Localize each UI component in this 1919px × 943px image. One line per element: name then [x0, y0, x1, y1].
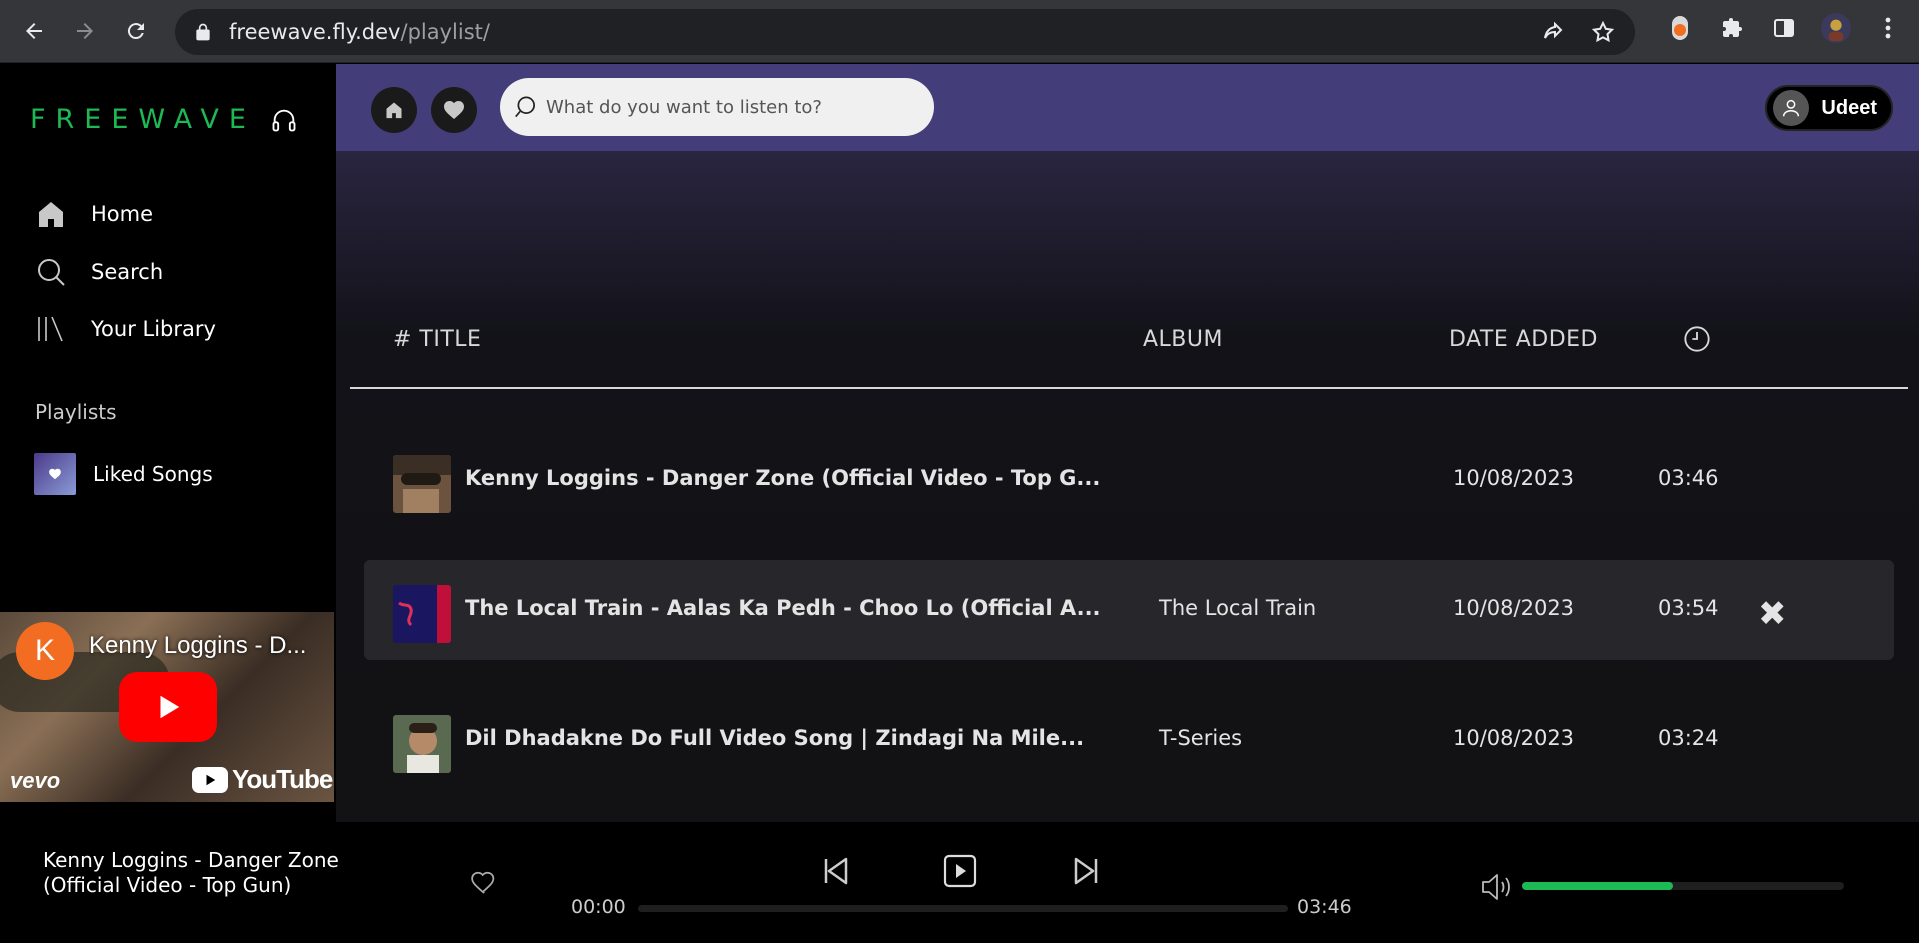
track-title: Dil Dhadakne Do Full Video Song | Zindag… [465, 726, 1085, 750]
search-icon [38, 259, 65, 286]
user-icon [1783, 99, 1800, 117]
channel-avatar[interactable]: K [16, 622, 74, 680]
sidebar-item-label: Your Library [91, 317, 216, 341]
track-album: T-Series [1159, 726, 1243, 750]
track-duration: 03:24 [1658, 726, 1719, 750]
user-name: Udeet [1821, 96, 1877, 119]
sidebar-item-library[interactable]: Your Library [35, 313, 216, 345]
youtube-play-button[interactable] [119, 672, 217, 742]
track-album: The Local Train [1159, 596, 1317, 620]
user-menu-button[interactable]: Udeet [1765, 85, 1893, 131]
avatar [1773, 90, 1810, 126]
star-icon[interactable] [1591, 20, 1615, 44]
track-duration: 03:54 [1658, 596, 1719, 620]
like-heart-icon[interactable] [468, 868, 500, 898]
player-bar: Kenny Loggins - Danger Zone (Official Vi… [0, 822, 1919, 943]
next-track-icon[interactable] [1068, 853, 1104, 889]
side-panel-icon[interactable] [1769, 13, 1799, 43]
forward-button[interactable] [68, 14, 102, 48]
sidebar-item-home[interactable]: Home [35, 198, 153, 230]
search-input[interactable] [546, 96, 916, 118]
youtube-logo[interactable]: YouTube [192, 764, 333, 795]
heart-icon [49, 468, 61, 480]
youtube-logo-icon [192, 766, 228, 793]
headphones-icon [272, 109, 296, 131]
header-divider [350, 387, 1908, 389]
liked-songs-thumbnail [34, 453, 76, 495]
playlists-heading: Playlists [35, 400, 117, 424]
total-time: 03:46 [1297, 896, 1352, 918]
track-title: Kenny Loggins - Danger Zone (Official Vi… [465, 466, 1101, 490]
profile-avatar-icon[interactable] [1821, 13, 1851, 43]
track-date: 10/08/2023 [1453, 726, 1575, 750]
progress-bar[interactable] [638, 905, 1288, 912]
video-title[interactable]: Kenny Loggins - D... [89, 632, 329, 660]
sidebar-item-search[interactable]: Search [35, 256, 163, 288]
search-bar[interactable] [500, 78, 934, 136]
reload-button[interactable] [119, 14, 153, 48]
browser-toolbar: freewave.fly.dev/playlist/ [0, 0, 1919, 63]
home-icon [39, 202, 63, 227]
column-header-date: DATE ADDED [1449, 327, 1598, 352]
table-row[interactable]: Dil Dhadakne Do Full Video Song | Zindag… [364, 690, 1894, 790]
share-icon[interactable] [1541, 20, 1565, 44]
track-date: 10/08/2023 [1453, 596, 1575, 620]
table-row[interactable]: Kenny Loggins - Danger Zone (Official Vi… [364, 430, 1894, 530]
vevo-logo: vevo [10, 768, 61, 793]
column-header-album: ALBUM [1143, 327, 1223, 352]
playlist-view: # TITLE ALBUM DATE ADDED Kenny Loggins -… [336, 151, 1919, 822]
back-button[interactable] [17, 14, 51, 48]
extension-icon[interactable] [1665, 13, 1695, 43]
play-button-icon[interactable] [942, 853, 978, 889]
track-duration: 03:46 [1658, 466, 1719, 490]
search-icon [515, 96, 535, 118]
top-header: Udeet [336, 64, 1919, 151]
table-row[interactable]: The Local Train - Aalas Ka Pedh - Choo L… [364, 560, 1894, 660]
track-title: The Local Train - Aalas Ka Pedh - Choo L… [465, 596, 1101, 620]
library-icon [38, 316, 63, 342]
url-text: freewave.fly.dev/playlist/ [229, 20, 490, 44]
track-thumbnail [393, 715, 451, 773]
now-playing-title: Kenny Loggins - Danger Zone (Official Vi… [43, 848, 339, 897]
sidebar-item-label: Home [91, 202, 154, 226]
menu-kebab-icon[interactable] [1873, 13, 1903, 43]
previous-track-icon[interactable] [818, 853, 854, 889]
arrow-right-icon [77, 23, 93, 39]
sidebar-item-liked-songs[interactable]: Liked Songs [34, 453, 213, 495]
home-icon [386, 102, 402, 119]
video-embed[interactable]: K Kenny Loggins - D... vevo YouTube [0, 612, 334, 802]
home-button[interactable] [371, 87, 417, 133]
clock-icon [1684, 326, 1710, 352]
heart-icon [444, 101, 464, 119]
logo[interactable]: FREEWAVE [30, 104, 298, 135]
current-time: 00:00 [571, 896, 626, 918]
track-thumbnail [393, 585, 451, 643]
play-icon [160, 695, 180, 719]
youtube-logo-text: YouTube [232, 764, 333, 794]
reload-icon [127, 23, 144, 40]
puzzle-icon[interactable] [1717, 13, 1747, 43]
column-header-title: # TITLE [393, 327, 482, 352]
volume-slider[interactable] [1522, 882, 1844, 890]
logo-text: FREEWAVE [30, 104, 256, 135]
volume-icon[interactable] [1480, 872, 1514, 902]
remove-track-button[interactable]: ✖ [1758, 594, 1787, 634]
arrow-left-icon [26, 23, 42, 39]
address-bar[interactable]: freewave.fly.dev/playlist/ [175, 9, 1635, 55]
liked-button[interactable] [431, 87, 477, 133]
track-thumbnail [393, 455, 451, 513]
track-date: 10/08/2023 [1453, 466, 1575, 490]
volume-slider-fill [1522, 882, 1674, 890]
lock-icon [196, 23, 210, 41]
liked-songs-label: Liked Songs [93, 462, 213, 486]
sidebar-item-label: Search [91, 260, 164, 284]
